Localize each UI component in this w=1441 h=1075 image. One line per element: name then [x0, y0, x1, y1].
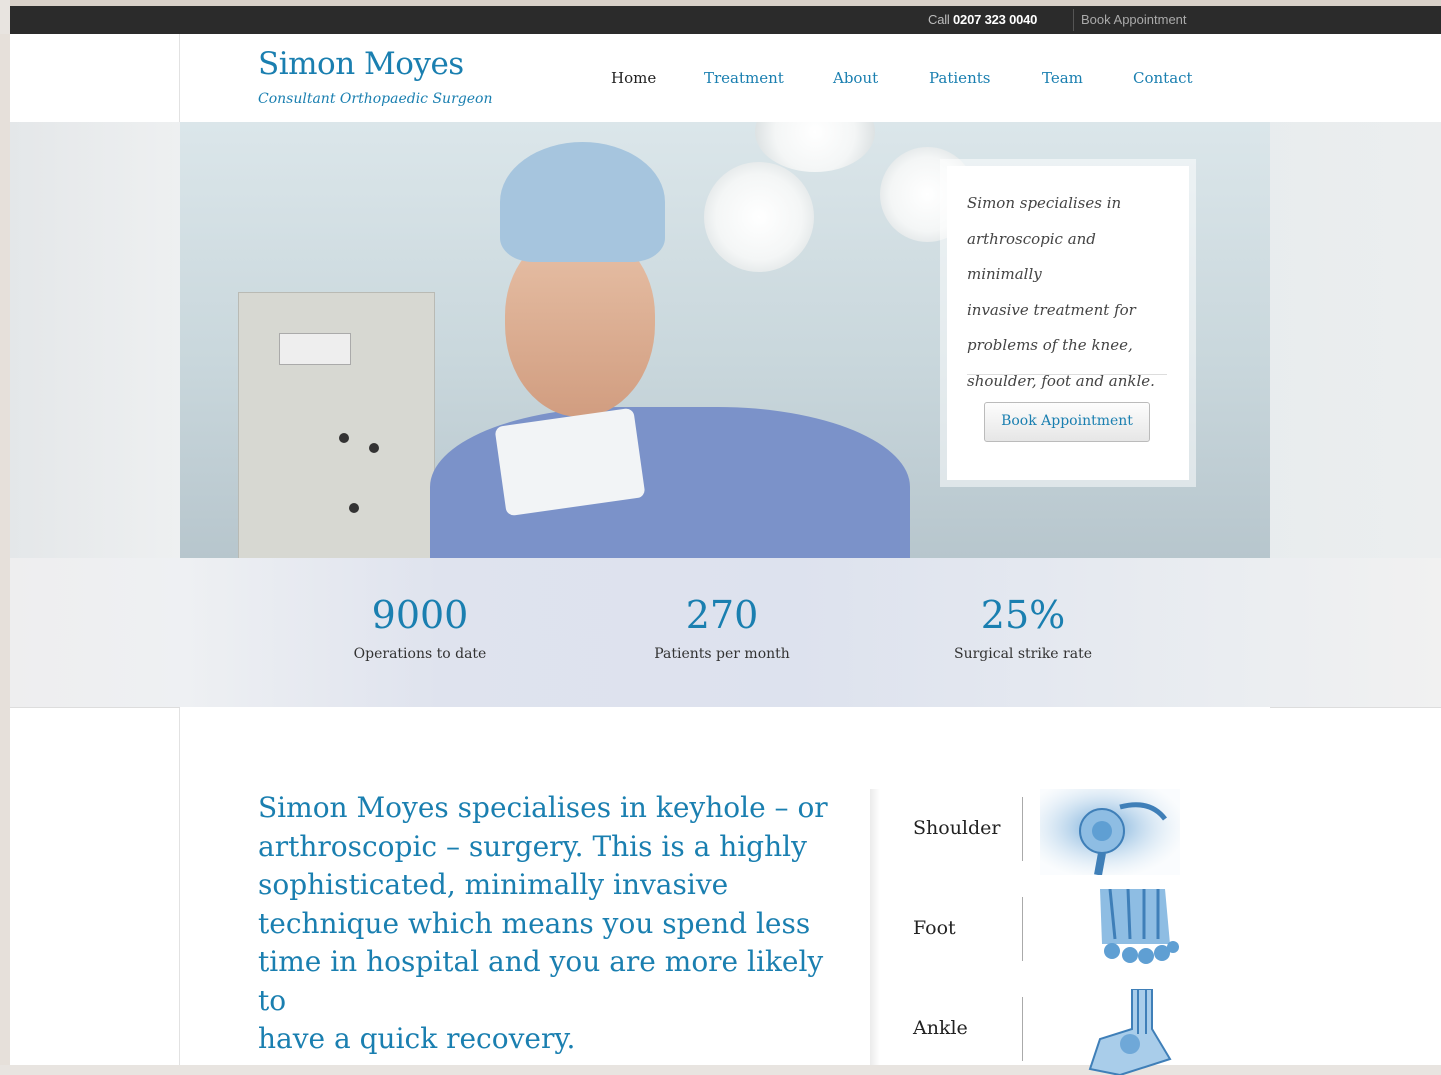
- site-header: Simon Moyes Consultant Orthopaedic Surge…: [180, 34, 1270, 123]
- call-prefix: Call: [928, 12, 950, 27]
- equipment-knob: [349, 503, 359, 513]
- intro-line: technique which means you spend less: [258, 906, 811, 940]
- logo-title[interactable]: Simon Moyes: [258, 46, 464, 82]
- area-divider: [1022, 897, 1023, 961]
- stat-operations: 9000 Operations to date: [290, 592, 550, 662]
- call-text: Call 0207 323 0040: [928, 12, 1037, 27]
- shoulder-xray-icon: [1040, 789, 1180, 875]
- equipment-knob: [369, 443, 379, 453]
- stats-band: 9000 Operations to date 270 Patients per…: [10, 558, 1441, 708]
- nav-contact[interactable]: Contact: [1133, 69, 1193, 87]
- hero-banner: [10, 122, 1441, 558]
- nav-team[interactable]: Team: [1042, 69, 1083, 87]
- area-name: Ankle: [913, 1017, 968, 1039]
- nav-home[interactable]: Home: [611, 69, 656, 87]
- area-divider: [1022, 797, 1023, 861]
- nav-about[interactable]: About: [833, 69, 878, 87]
- intro-line: time in hospital and you are more likely…: [258, 945, 824, 1017]
- stat-label: Operations to date: [353, 646, 487, 662]
- logo-subtitle: Consultant Orthopaedic Surgeon: [258, 91, 493, 107]
- outer-margin: [0, 34, 10, 1065]
- surgical-cap: [500, 142, 665, 262]
- callout-line: Simon specialises in: [967, 194, 1122, 212]
- intro-line: Simon Moyes specialises in keyhole – or: [258, 791, 828, 824]
- callout-text: Simon specialises in arthroscopic and mi…: [967, 186, 1175, 399]
- stat-label: Patients per month: [654, 646, 790, 662]
- equipment-knob: [339, 433, 349, 443]
- intro-line: sophisticated, minimally invasive: [258, 868, 729, 901]
- area-link-foot[interactable]: Foot: [880, 889, 1180, 975]
- nav-patients[interactable]: Patients: [929, 69, 990, 87]
- top-utility-bar: Call 0207 323 0040 Book Appointment: [10, 0, 1441, 34]
- foot-xray-icon: [1100, 889, 1179, 964]
- area-link-shoulder[interactable]: Shoulder: [880, 789, 1180, 875]
- ankle-xray-icon: [1088, 989, 1172, 1075]
- surgical-mask: [494, 407, 646, 517]
- area-name: Foot: [913, 917, 956, 939]
- phone-number[interactable]: 0207 323 0040: [953, 12, 1037, 27]
- surgical-lamp: [704, 162, 814, 272]
- callout-line: invasive treatment for: [967, 300, 1136, 319]
- hero-callout-card: Simon specialises in arthroscopic and mi…: [947, 166, 1189, 480]
- stat-value: 9000: [371, 593, 469, 637]
- topbar-book-appointment-link[interactable]: Book Appointment: [1081, 12, 1187, 27]
- callout-divider: [967, 374, 1167, 375]
- area-divider: [1022, 997, 1023, 1061]
- medical-equipment: [238, 292, 435, 558]
- callout-line: arthroscopic and minimally: [967, 229, 1096, 284]
- stat-strike-rate: 25% Surgical strike rate: [893, 592, 1153, 662]
- equipment-panel: [279, 333, 351, 365]
- intro-line: arthroscopic – surgery. This is a highly: [258, 829, 807, 863]
- stat-patients: 270 Patients per month: [592, 592, 852, 662]
- stat-value: 25%: [980, 593, 1066, 637]
- nav-treatment[interactable]: Treatment: [704, 69, 784, 87]
- intro-paragraph: Simon Moyes specialises in keyhole – or …: [258, 789, 858, 1059]
- book-appointment-button[interactable]: Book Appointment: [984, 402, 1150, 442]
- area-link-ankle[interactable]: Ankle: [880, 989, 1180, 1075]
- stat-value: 270: [685, 593, 759, 637]
- stat-label: Surgical strike rate: [953, 646, 1092, 662]
- callout-line: problems of the knee,: [967, 336, 1133, 354]
- callout-line: shoulder, foot and ankle.: [967, 371, 1155, 390]
- column-shadow: [870, 789, 880, 1065]
- area-name: Shoulder: [913, 817, 1001, 839]
- main-content: Simon Moyes specialises in keyhole – or …: [180, 707, 1270, 1075]
- intro-line: have a quick recovery.: [258, 1022, 576, 1055]
- topbar-divider: [1073, 9, 1074, 31]
